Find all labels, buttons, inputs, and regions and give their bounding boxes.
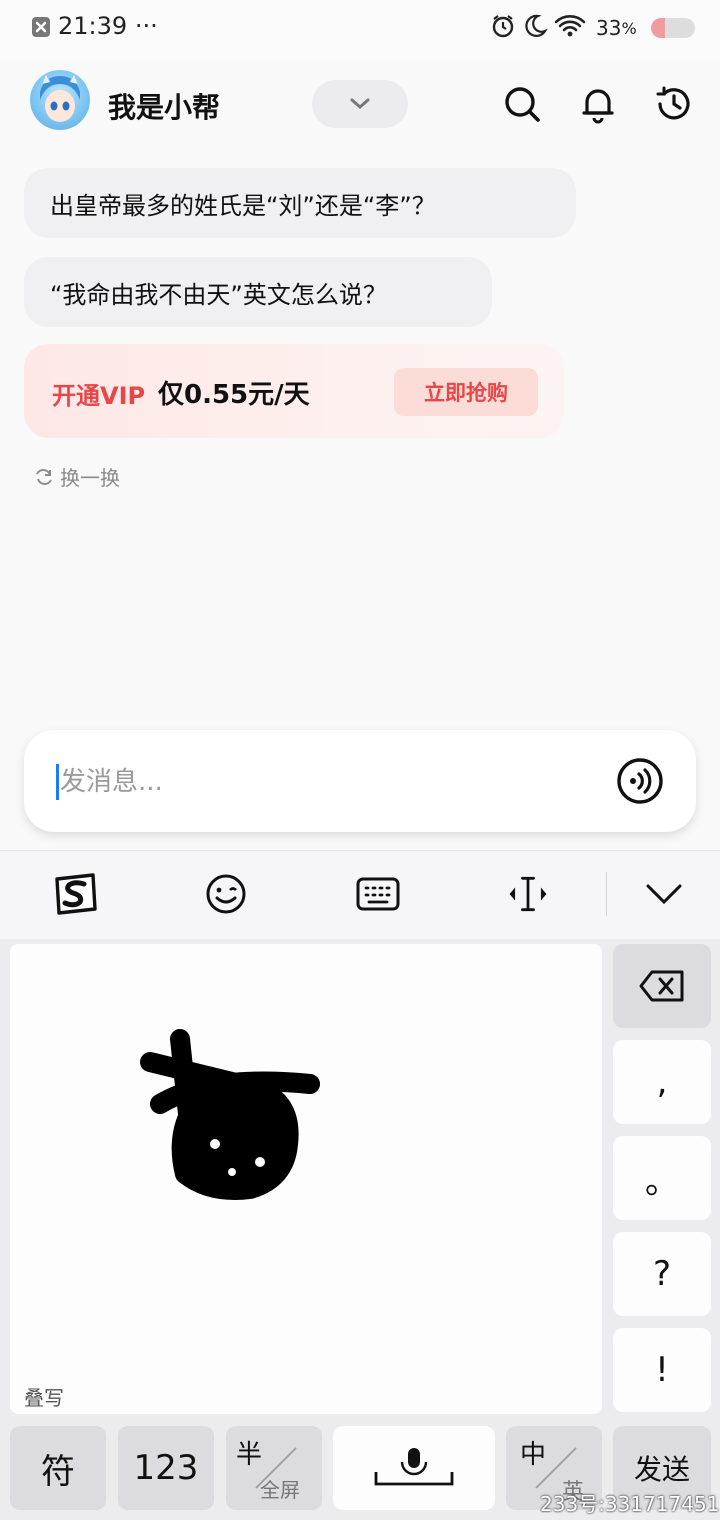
toolbar-divider xyxy=(606,872,607,916)
voice-call-button[interactable] xyxy=(616,757,664,805)
vip-promo-price: 仅0.55元/天 xyxy=(158,380,310,410)
message-input-box xyxy=(24,730,696,832)
voice-waves-icon xyxy=(617,758,663,804)
suggestion-bubble[interactable]: 出皇帝最多的姓氏是“刘”还是“李”？ xyxy=(24,168,576,238)
moon-icon xyxy=(522,13,548,43)
notification-close-icon xyxy=(32,17,50,37)
emoji-icon xyxy=(206,874,246,914)
hide-keyboard-button[interactable] xyxy=(640,870,688,918)
model-dropdown-button[interactable] xyxy=(312,80,408,128)
avatar[interactable] xyxy=(30,70,90,130)
status-time: 21:39 ··· xyxy=(58,12,158,40)
buy-now-button[interactable]: 立即抢购 xyxy=(394,368,538,416)
overlap-write-label[interactable]: 叠写 xyxy=(24,1382,64,1411)
bell-icon xyxy=(582,89,614,124)
half-full-width-key[interactable]: 半 全屏 xyxy=(226,1426,322,1510)
history-clock-icon xyxy=(656,86,690,120)
refresh-suggestions-button[interactable]: 换一换 xyxy=(34,462,120,491)
wifi-icon xyxy=(554,13,586,43)
alarm-icon xyxy=(490,13,516,43)
backspace-key[interactable] xyxy=(613,944,711,1028)
handwriting-pad[interactable] xyxy=(10,944,602,1414)
slash-divider xyxy=(535,1447,577,1489)
emoji-button[interactable] xyxy=(202,870,250,918)
notification-button[interactable] xyxy=(576,82,620,126)
refresh-icon xyxy=(36,468,52,485)
status-more-dots: ··· xyxy=(134,12,158,40)
handwriting-stroke xyxy=(140,1029,320,1200)
vip-promo-label: 开通VIP xyxy=(52,382,146,410)
keyboard-switch-button[interactable] xyxy=(354,870,402,918)
question-key[interactable]: ? xyxy=(613,1232,711,1316)
symbols-key[interactable]: 符 xyxy=(10,1426,106,1510)
battery-percent: 33 xyxy=(596,16,622,40)
keyboard-icon xyxy=(356,877,400,911)
page-title: 我是小帮 xyxy=(108,91,221,124)
suggestion-text: “我命由我不由天”英文怎么说？ xyxy=(50,280,387,309)
backspace-icon xyxy=(639,970,684,1002)
text-cursor-icon xyxy=(509,876,547,912)
chevron-down-icon xyxy=(646,884,682,905)
space-voice-key[interactable] xyxy=(333,1426,495,1510)
battery-icon xyxy=(650,18,695,38)
search-icon xyxy=(505,87,540,122)
percent-sign: % xyxy=(621,18,637,38)
comma-key[interactable]: , xyxy=(613,1040,711,1124)
numbers-key[interactable]: 123 xyxy=(118,1426,214,1510)
refresh-label: 换一换 xyxy=(60,466,120,490)
cursor-move-button[interactable] xyxy=(504,870,552,918)
exclamation-key[interactable]: ! xyxy=(613,1328,711,1412)
history-button[interactable] xyxy=(652,82,696,126)
slash-divider xyxy=(255,1447,297,1489)
sogou-s-icon xyxy=(55,873,97,915)
message-input[interactable] xyxy=(58,756,582,808)
period-key[interactable]: 。 xyxy=(613,1136,711,1220)
sogou-logo-button[interactable] xyxy=(52,870,100,918)
suggestion-text: 出皇帝最多的姓氏是“刘”还是“李”？ xyxy=(50,191,436,220)
search-button[interactable] xyxy=(500,82,544,126)
watermark-text: 233号:331717451 xyxy=(540,1492,720,1516)
status-right: 33 % xyxy=(490,12,695,44)
microphone-icon xyxy=(374,1448,454,1486)
chevron-down-icon xyxy=(350,98,370,109)
suggestion-bubble[interactable]: “我命由我不由天”英文怎么说？ xyxy=(24,257,492,327)
